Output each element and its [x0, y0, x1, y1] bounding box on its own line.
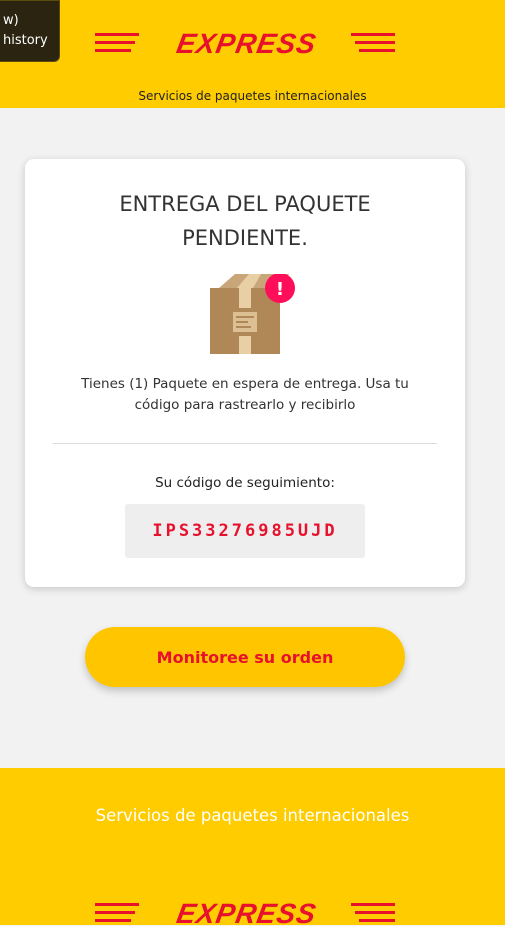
card-title-line1: ENTREGA DEL PAQUETE [119, 192, 371, 216]
site-footer: Servicios de paquetes internacionales EX… [0, 768, 505, 926]
card-message: Tienes (1) Paquete en espera de entrega.… [81, 376, 409, 413]
card-title-line2: PENDIENTE. [182, 226, 308, 250]
footer-logo-text: EXPRESS [174, 900, 319, 926]
footer-text: Servicios de paquetes internacionales [95, 806, 410, 825]
history-chip-line1: w) [3, 13, 19, 28]
delivery-card: ENTREGA DEL PAQUETE PENDIENTE. ! Tienes … [25, 159, 465, 587]
site-header: EXPRESS Servicios de paquetes internacio… [0, 0, 505, 108]
track-order-button[interactable]: Monitoree su orden [85, 627, 405, 687]
logo-text: EXPRESS [174, 30, 319, 56]
package-icon: ! [210, 274, 295, 354]
express-logo: EXPRESS [95, 30, 395, 56]
history-button[interactable]: w) history [0, 0, 60, 62]
footer-express-logo: EXPRESS [95, 900, 395, 926]
tracking-label: Su código de seguimiento: [155, 475, 335, 491]
card-title: ENTREGA DEL PAQUETE PENDIENTE. [25, 187, 465, 255]
alert-mark: ! [276, 279, 284, 300]
tracking-code: IPS33276985UJD [125, 504, 365, 558]
divider [53, 443, 437, 444]
header-subtitle: Servicios de paquetes internacionales [138, 89, 367, 103]
history-chip-line2: history [3, 33, 48, 48]
